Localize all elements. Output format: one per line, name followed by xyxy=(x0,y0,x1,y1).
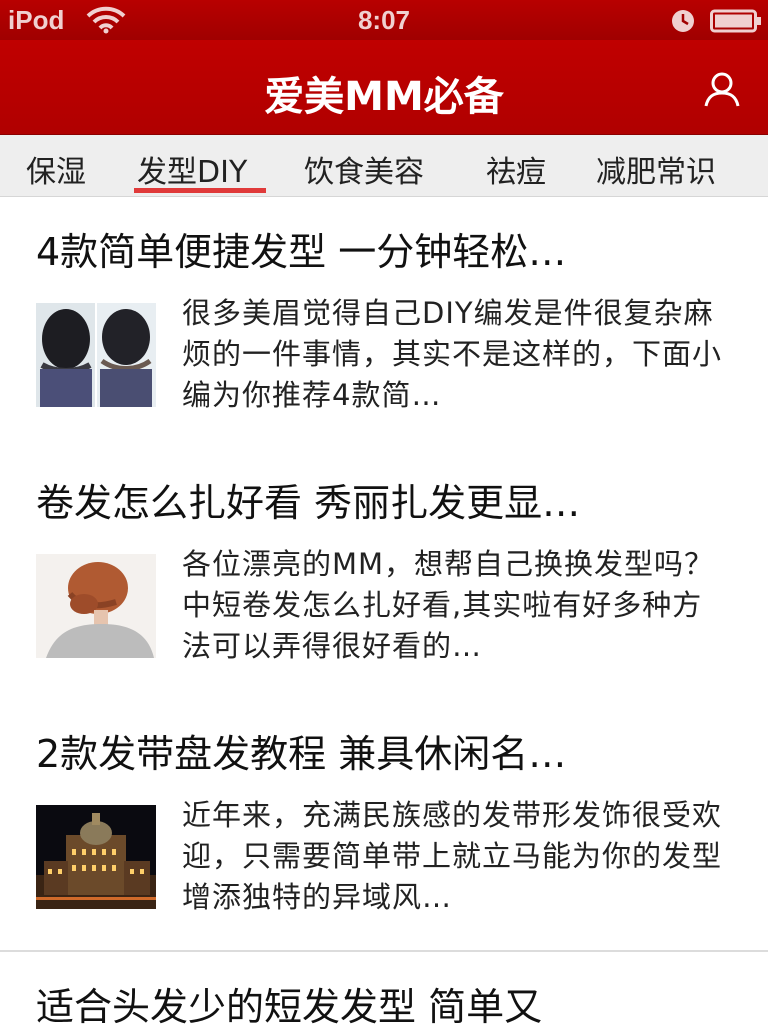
tab-weight-loss[interactable]: 减肥常识 xyxy=(596,147,716,191)
list-item[interactable]: 2款发带盘发教程 兼具休闲名… 近年来，充满民族感的发带形发饰很受欢迎，只需要简 xyxy=(0,699,768,952)
tab-acne[interactable]: 祛痘 xyxy=(486,147,546,191)
tab-hairstyle-diy[interactable]: 发型DIY xyxy=(137,147,247,191)
list-item[interactable]: 卷发怎么扎好看 秀丽扎发更显… 各位漂亮的MM，想帮自己换换发型吗？中短卷发怎么… xyxy=(0,448,768,701)
tab-moisturize[interactable]: 保湿 xyxy=(26,147,86,191)
article-thumbnail xyxy=(36,554,156,658)
article-thumbnail xyxy=(36,805,156,909)
tab-diet-beauty[interactable]: 饮食美容 xyxy=(304,147,424,191)
battery-icon xyxy=(710,8,762,39)
clock-icon xyxy=(670,8,696,39)
article-title: 卷发怎么扎好看 秀丽扎发更显… xyxy=(36,481,581,525)
article-summary: 很多美眉觉得自己DIY编发是件很复杂麻烦的一件事情，其实不是这样的，下面小编为你… xyxy=(182,296,723,412)
app-header: 爱美MM必备 xyxy=(0,40,768,135)
active-tab-indicator xyxy=(134,188,266,193)
app-title: 爱美MM必备 xyxy=(264,74,504,120)
article-thumbnail xyxy=(36,303,156,407)
article-title: 4款简单便捷发型 一分钟轻松… xyxy=(36,230,567,274)
user-icon[interactable] xyxy=(700,70,744,110)
list-item[interactable]: 4款简单便捷发型 一分钟轻松… 很多美眉觉得自己DIY编发是件很复杂麻烦的一件事… xyxy=(0,197,768,450)
article-summary: 各位漂亮的MM，想帮自己换换发型吗？中短卷发怎么扎好看,其实啦有好多种方法可以弄… xyxy=(182,547,715,663)
article-summary: 近年来，充满民族感的发带形发饰很受欢迎，只需要简单带上就立马能为你的发型增添独特… xyxy=(182,798,723,914)
status-time: 8:07 xyxy=(357,5,411,35)
status-bar: iPod 8:07 xyxy=(0,0,768,40)
category-tabs: 保湿 发型DIY 饮食美容 祛痘 减肥常识 xyxy=(0,135,768,197)
article-title: 2款发带盘发教程 兼具休闲名… xyxy=(36,732,567,776)
